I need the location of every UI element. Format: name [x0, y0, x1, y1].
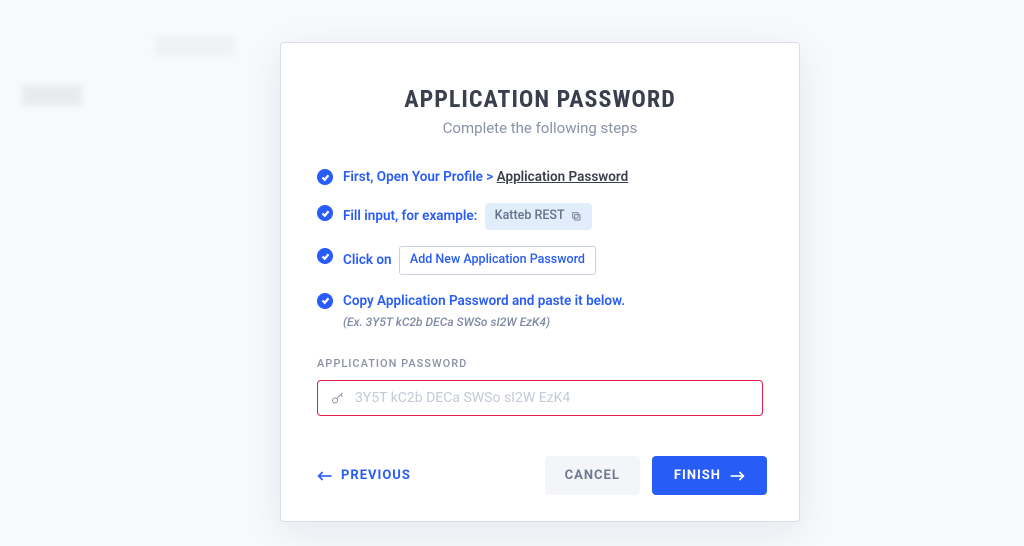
modal-actions: PREVIOUS CANCEL FINISH [313, 456, 767, 495]
check-icon [317, 205, 333, 221]
cancel-button[interactable]: CANCEL [545, 456, 640, 495]
chip-label: Katteb REST [495, 207, 565, 226]
step-item: Fill input, for example: Katteb REST [313, 203, 767, 230]
modal-title: APPLICATION PASSWORD [313, 85, 767, 113]
step-item: Copy Application Password and paste it b… [313, 291, 767, 331]
modal-subtitle: Complete the following steps [313, 119, 767, 137]
password-field-wrapper[interactable] [317, 380, 763, 416]
example-chip[interactable]: Katteb REST [485, 203, 592, 230]
key-icon [330, 391, 345, 406]
copy-icon [571, 211, 582, 222]
arrow-left-icon [317, 470, 333, 482]
step-item: Click on Add New Application Password [313, 246, 767, 275]
check-icon [317, 169, 333, 185]
step-label: Fill input, for example: [343, 208, 477, 224]
previous-label: PREVIOUS [341, 468, 411, 483]
step-text: Fill input, for example: Katteb REST [343, 203, 592, 230]
step-text: Copy Application Password and paste it b… [343, 291, 625, 331]
step-prefix: First, Open Your Profile > [343, 169, 497, 185]
step-item: First, Open Your Profile > Application P… [313, 167, 767, 187]
add-new-app-password-button[interactable]: Add New Application Password [399, 246, 596, 275]
application-password-link[interactable]: Application Password [497, 169, 629, 185]
application-password-modal: APPLICATION PASSWORD Complete the follow… [280, 42, 800, 522]
finish-label: FINISH [674, 468, 721, 483]
step-text: Click on Add New Application Password [343, 246, 596, 275]
arrow-right-icon [729, 470, 745, 482]
finish-button[interactable]: FINISH [652, 456, 767, 495]
password-field-label: APPLICATION PASSWORD [313, 357, 767, 370]
step-text: First, Open Your Profile > Application P… [343, 167, 628, 187]
step-label: Copy Application Password and paste it b… [343, 293, 625, 309]
step-hint: (Ex. 3Y5T kC2b DECa SWSo sI2W EzK4) [343, 313, 625, 331]
check-icon [317, 293, 333, 309]
step-label: Click on [343, 252, 392, 268]
application-password-input[interactable] [355, 390, 750, 406]
right-actions: CANCEL FINISH [545, 456, 767, 495]
previous-button[interactable]: PREVIOUS [313, 460, 415, 491]
check-icon [317, 248, 333, 264]
